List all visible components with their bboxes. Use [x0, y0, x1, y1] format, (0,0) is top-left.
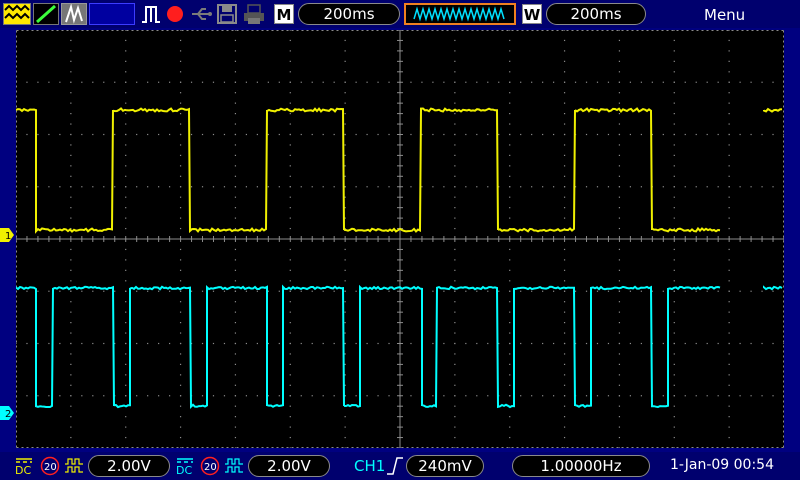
rising-edge-icon[interactable]	[386, 456, 404, 476]
window-timebase-value[interactable]: 200ms	[546, 3, 646, 25]
ch2-invert-icon[interactable]	[224, 456, 244, 476]
memory-position-indicator[interactable]	[404, 3, 516, 25]
ch2-waveform-tail	[764, 287, 782, 289]
timebase-tag: M	[274, 4, 294, 24]
ch2-marker-label: 2	[5, 409, 11, 420]
waveform-display	[16, 30, 784, 448]
pulse-trigger-icon[interactable]	[140, 3, 162, 25]
persist-icon[interactable]	[61, 3, 87, 25]
ch1-bw-limit-label: 20	[44, 462, 57, 473]
ch1-waveform	[16, 109, 720, 232]
ch1-marker-label: 1	[5, 231, 11, 242]
ch1-bw-limit-icon[interactable]: 20	[40, 456, 60, 476]
top-toolbar: M 200ms W 200ms Menu	[0, 0, 800, 28]
status-box	[89, 3, 135, 25]
frequency-counter: 1.00000Hz	[512, 455, 650, 477]
waveform-graticule	[16, 30, 784, 448]
printer-icon[interactable]	[242, 3, 266, 25]
status-bar: DC 20 2.00V DC 20 2.00V CH1 240mV 1.0000…	[0, 452, 800, 480]
ch2-bw-limit-label: 20	[204, 462, 217, 473]
menu-button[interactable]: Menu	[704, 6, 745, 24]
save-icon[interactable]	[216, 3, 238, 25]
timebase-value[interactable]: 200ms	[298, 3, 400, 25]
record-icon[interactable]	[165, 3, 185, 25]
ch1-coupling[interactable]: DC	[14, 456, 34, 476]
ch2-scale[interactable]: 2.00V	[248, 455, 330, 477]
ch1-marker[interactable]: 1	[0, 227, 14, 241]
run-waveform-icon[interactable]	[3, 3, 31, 25]
ch2-marker[interactable]: 2	[0, 405, 14, 419]
ch2-coupling-label: DC	[176, 464, 192, 476]
ch1-waveform-tail	[764, 109, 782, 111]
ch1-invert-icon[interactable]	[64, 456, 84, 476]
window-tag: W	[522, 4, 542, 24]
single-trigger-icon[interactable]	[33, 3, 59, 25]
ch1-coupling-label: DC	[15, 464, 31, 476]
date-time: 1-Jan-09 00:54	[670, 457, 774, 473]
trigger-level[interactable]: 240mV	[406, 455, 484, 477]
ch2-coupling[interactable]: DC	[175, 456, 195, 476]
ch1-scale[interactable]: 2.00V	[88, 455, 170, 477]
usb-icon[interactable]	[190, 3, 214, 25]
ch2-bw-limit-icon[interactable]: 20	[200, 456, 220, 476]
trigger-source[interactable]: CH1	[354, 457, 385, 475]
ch2-waveform	[16, 287, 720, 407]
